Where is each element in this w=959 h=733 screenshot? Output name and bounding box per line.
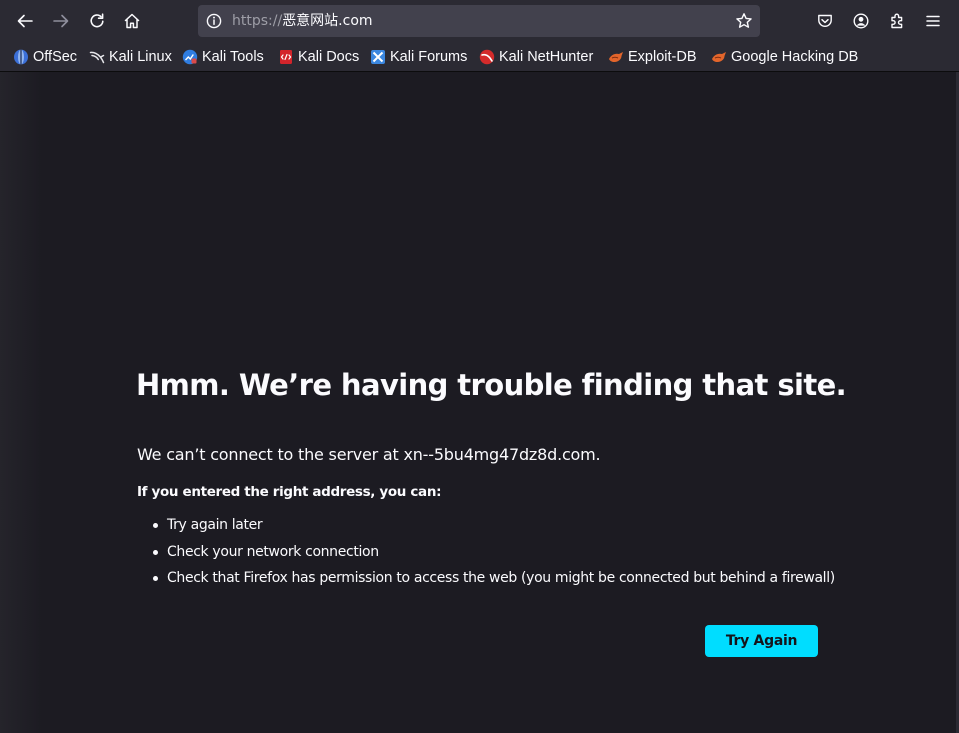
list-item: Check your network connection [150,544,835,571]
offsec-icon [14,49,28,65]
url-text[interactable]: https://恶意网站.com [232,12,373,30]
account-button[interactable] [845,5,877,37]
extensions-button[interactable] [881,5,913,37]
bullet [153,549,158,555]
home-icon [124,13,140,29]
kali-docs-icon [280,50,292,64]
error-page: Hmm. We’re having trouble finding that s… [0,72,959,733]
bookmark-label: Kali Docs [298,49,360,65]
pocket-button[interactable] [809,5,841,37]
suggestion-text: Check your network connection [167,543,379,560]
try-again-button[interactable]: Try Again [705,625,818,657]
bookmark-label: OffSec [33,49,78,65]
bookmark-kali-docs[interactable]: Kali Docs [278,48,359,66]
exploit-db-icon [609,52,623,62]
suggestion-text: Try again later [167,517,263,533]
kali-linux-icon [89,51,105,64]
forward-button[interactable] [45,5,77,37]
reload-icon [90,13,104,28]
error-suggestions-heading: If you entered the right address, you ca… [137,484,442,500]
bookmark-label: Kali Tools [202,49,264,65]
bookmarks-toolbar: OffSec Kali Linux Kali Tools Kali Docs K… [0,42,959,72]
back-button[interactable] [9,5,41,37]
bullet [153,523,158,528]
navigation-toolbar: https://恶意网站.com [0,0,959,42]
list-item: Try again later [150,517,835,544]
url-bar[interactable]: https://恶意网站.com [198,5,760,37]
bookmark-kali-linux[interactable]: Kali Linux [89,48,172,66]
bookmark-label: Kali Linux [109,49,172,65]
error-title: Hmm. We’re having trouble finding that s… [136,368,847,402]
bookmark-label: Kali NetHunter [499,49,594,65]
kali-forums-icon [371,50,385,64]
ghdb-icon [712,52,726,62]
home-button[interactable] [116,5,148,37]
back-icon [17,14,33,28]
list-item: Check that Firefox has permission to acc… [150,570,835,597]
url-host: 恶意网站.com [282,13,373,29]
kali-tools-icon [182,49,198,65]
error-description: We can’t connect to the server at xn--5b… [137,445,601,464]
content-edge-shade [0,72,42,733]
error-suggestions-list: Try again later Check your network conne… [150,517,835,597]
url-scheme: https:// [232,13,283,29]
bookmark-star-icon[interactable] [735,12,753,30]
bookmark-kali-tools[interactable]: Kali Tools [182,48,264,66]
bookmark-label: Kali Forums [390,49,468,65]
bullet [153,576,158,581]
kali-nethunter-icon [479,49,495,65]
pocket-icon [818,14,832,27]
forward-icon [53,14,69,28]
menu-icon [926,15,940,27]
bookmark-kali-nethunter[interactable]: Kali NetHunter [479,48,593,66]
suggestion-text: Check that Firefox has permission to acc… [167,570,835,586]
reload-button[interactable] [81,5,113,37]
bookmark-google-hacking-db[interactable]: Google Hacking DB [711,48,858,66]
menu-button[interactable] [917,5,949,37]
account-icon [853,13,869,29]
site-info-icon[interactable] [205,12,223,30]
bookmark-label: Google Hacking DB [731,49,859,65]
bookmark-exploit-db[interactable]: Exploit-DB [608,48,697,66]
bookmark-label: Exploit-DB [628,49,697,65]
bookmark-kali-forums[interactable]: Kali Forums [370,48,467,66]
bookmark-offsec[interactable]: OffSec [13,48,77,66]
extensions-icon [891,13,903,29]
